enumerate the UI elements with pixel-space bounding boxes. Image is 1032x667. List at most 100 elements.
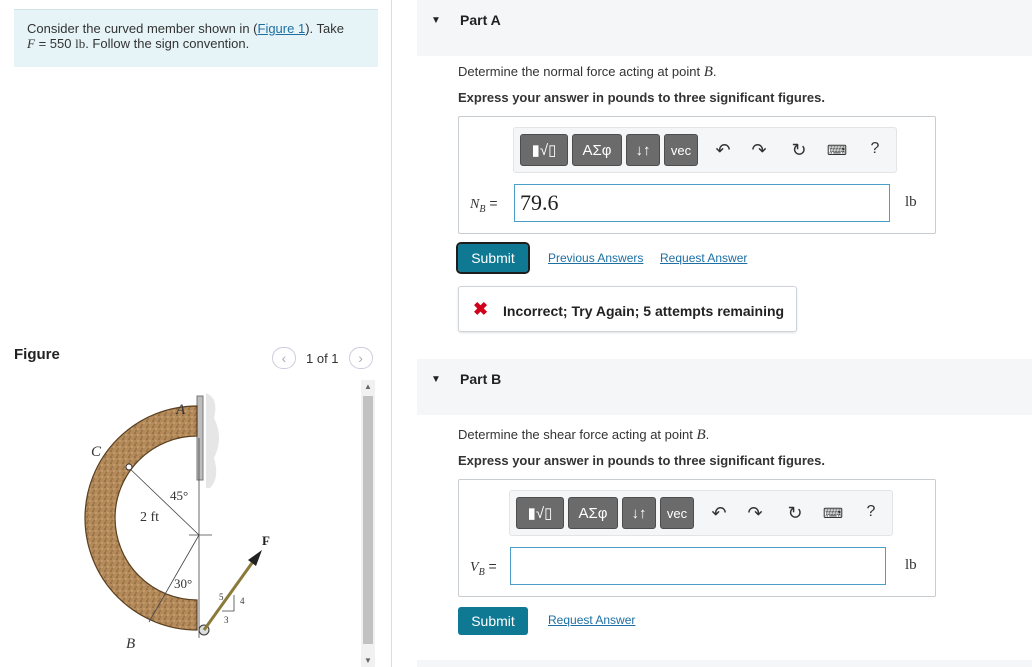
part-a-answer-input[interactable]: 79.6	[514, 184, 890, 222]
arrows-button[interactable]: ↓↑	[622, 497, 656, 529]
undo-icon[interactable]: ↶	[708, 503, 730, 524]
incorrect-x-icon: ✖	[473, 299, 489, 319]
template-button[interactable]: ▮√▯	[516, 497, 564, 529]
label-c: C	[91, 444, 102, 460]
vec-label: vec	[670, 142, 692, 158]
part-b-math-toolbar: ▮√▯ ΑΣφ ↓↑ vec ↶ ↷ ↻ ⌨ ?	[509, 490, 893, 536]
intro-text-before: Consider the curved member shown in (	[27, 21, 258, 36]
force-symbol: F	[27, 36, 35, 51]
figure-title: Figure	[14, 346, 60, 363]
part-a-request-answer-link[interactable]: Request Answer	[660, 251, 747, 265]
part-b-question: Determine the shear force acting at poin…	[458, 427, 709, 444]
part-b-question-prefix: Determine the shear force acting at poin…	[458, 427, 697, 442]
arrows-icon: ↓↑	[631, 504, 647, 522]
arrows-button[interactable]: ↓↑	[626, 134, 660, 166]
keyboard-icon[interactable]: ⌨	[826, 142, 848, 159]
caret-down-icon[interactable]: ▼	[431, 15, 441, 26]
chevron-left-icon: ‹	[281, 350, 287, 366]
part-a-question-suffix: .	[712, 64, 717, 79]
part-a-instruction: Express your answer in pounds to three s…	[458, 90, 825, 105]
arrows-icon: ↓↑	[635, 141, 651, 159]
part-a-question: Determine the normal force acting at poi…	[458, 64, 716, 81]
label-radius: 2 ft	[140, 510, 159, 525]
part-b-field-label: VB =	[470, 558, 497, 578]
caret-down-icon[interactable]: ▼	[431, 374, 441, 385]
next-part-strip	[417, 660, 1032, 667]
previous-answers-link[interactable]: Previous Answers	[548, 251, 643, 265]
help-icon[interactable]: ?	[860, 503, 882, 521]
wall-plate	[196, 395, 204, 481]
part-a-submit-button[interactable]: Submit	[456, 242, 530, 274]
part-a-var: N	[470, 197, 480, 212]
part-b-answer-box: ▮√▯ ΑΣφ ↓↑ vec ↶ ↷ ↻ ⌨ ? VB = lb	[458, 479, 936, 597]
vec-label: vec	[666, 505, 688, 521]
sign-convention: . Follow the sign convention.	[85, 36, 250, 51]
part-b-instruction: Express your answer in pounds to three s…	[458, 453, 825, 468]
part-b-question-point: B	[696, 427, 706, 443]
keyboard-icon[interactable]: ⌨	[822, 505, 844, 522]
undo-icon[interactable]: ↶	[712, 140, 734, 161]
label-slope-4: 4	[240, 596, 245, 606]
reset-icon[interactable]: ↻	[784, 503, 806, 524]
part-a-field-label: NB =	[470, 195, 498, 215]
figure-image: A C B F 2 ft 45° 30° 5 4 3	[14, 378, 374, 667]
figure-link[interactable]: Figure 1	[258, 21, 306, 36]
part-b-submit-button[interactable]: Submit	[458, 607, 528, 635]
redo-icon[interactable]: ↷	[748, 140, 770, 161]
intro-text-after: ). Take	[305, 21, 344, 36]
template-button[interactable]: ▮√▯	[520, 134, 568, 166]
problem-statement: Consider the curved member shown in (Fig…	[14, 9, 378, 67]
part-b-request-answer-link[interactable]: Request Answer	[548, 613, 635, 627]
part-b-answer-input[interactable]	[510, 547, 886, 585]
part-a-math-toolbar: ▮√▯ ΑΣφ ↓↑ vec ↶ ↷ ↻ ⌨ ?	[513, 127, 897, 173]
reset-icon[interactable]: ↻	[788, 140, 810, 161]
point-c-marker	[125, 463, 133, 471]
next-figure-button[interactable]: ›	[348, 347, 373, 369]
scroll-thumb[interactable]	[363, 396, 373, 644]
vec-button[interactable]: vec	[664, 134, 698, 166]
force-value: = 550	[34, 36, 76, 51]
part-b-unit: lb	[905, 557, 917, 573]
template-icon: ▮√▯	[527, 505, 553, 522]
scroll-up-icon[interactable]: ▲	[364, 382, 372, 391]
label-angle-45: 45°	[170, 488, 188, 503]
figure-pager: ‹ 1 of 1 ›	[272, 347, 373, 369]
curved-member-diagram: A C B F 2 ft 45° 30° 5 4 3	[84, 393, 270, 652]
redo-icon[interactable]: ↷	[744, 503, 766, 524]
part-b-title: Part B	[460, 371, 502, 387]
part-b-var: V	[470, 560, 479, 575]
figure-scrollbar[interactable]: ▲ ▼	[361, 380, 375, 667]
feedback-message: ✖ Incorrect; Try Again; 5 attempts remai…	[458, 286, 797, 332]
vec-button[interactable]: vec	[660, 497, 694, 529]
label-angle-30: 30°	[174, 576, 192, 591]
template-icon: ▮√▯	[531, 142, 557, 159]
part-b-question-suffix: .	[705, 427, 710, 442]
label-slope-5: 5	[219, 592, 224, 602]
part-a-answer-box: ▮√▯ ΑΣφ ↓↑ vec ↶ ↷ ↻ ⌨ ? NB = 79.6 lb	[458, 116, 936, 234]
greek-label: ΑΣφ	[578, 504, 608, 522]
label-f: F	[262, 533, 270, 548]
part-b-eq: =	[484, 558, 497, 574]
part-a-header[interactable]: ▼ Part A	[417, 0, 1032, 56]
help-icon[interactable]: ?	[864, 140, 886, 158]
greek-label: ΑΣφ	[582, 141, 612, 159]
part-b-header[interactable]: ▼ Part B	[417, 359, 1032, 415]
feedback-text: Incorrect; Try Again; 5 attempts remaini…	[503, 303, 785, 319]
label-slope-3: 3	[224, 615, 229, 625]
wall-shape	[206, 393, 219, 488]
scroll-down-icon[interactable]: ▼	[364, 656, 372, 665]
greek-button[interactable]: ΑΣφ	[568, 497, 618, 529]
force-unit: lb	[75, 36, 86, 51]
part-a-unit: lb	[905, 194, 917, 210]
part-a-question-point: B	[703, 64, 713, 80]
pager-text: 1 of 1	[306, 350, 339, 366]
greek-button[interactable]: ΑΣφ	[572, 134, 622, 166]
left-panel: Consider the curved member shown in (Fig…	[0, 0, 392, 667]
part-a-eq: =	[485, 195, 498, 211]
part-a-question-prefix: Determine the normal force acting at poi…	[458, 64, 704, 79]
panel-divider	[391, 0, 392, 667]
part-a-title: Part A	[460, 12, 501, 28]
label-b: B	[126, 636, 135, 652]
prev-figure-button[interactable]: ‹	[272, 347, 296, 369]
chevron-right-icon: ›	[358, 350, 363, 366]
